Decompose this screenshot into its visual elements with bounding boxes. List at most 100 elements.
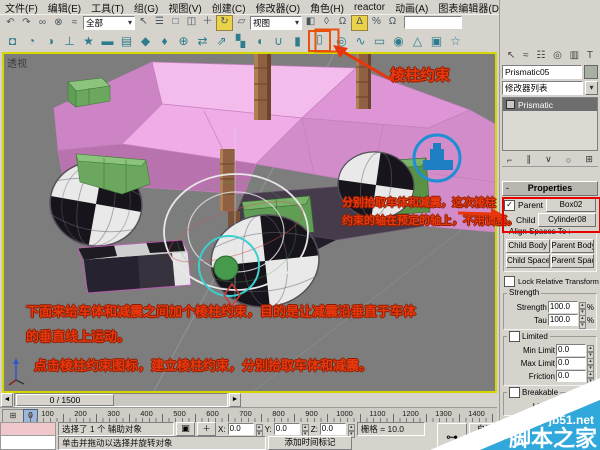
shock-post-right[interactable] xyxy=(356,54,371,109)
make-unique-icon[interactable]: ∨ xyxy=(545,154,552,165)
maxscript-mini-listener[interactable] xyxy=(0,422,56,450)
child-pick-button[interactable]: Cylinder08 xyxy=(538,213,596,227)
min-limit-spinner[interactable] xyxy=(587,344,594,359)
spring-icon[interactable]: ▤ xyxy=(118,32,135,50)
object-color-swatch[interactable] xyxy=(584,65,598,79)
menu-item[interactable]: 创建(C) xyxy=(207,0,251,15)
select-object-icon[interactable]: ↖ xyxy=(136,15,151,29)
select-and-rotate-icon[interactable]: ↻ xyxy=(216,14,233,31)
next-frame-button[interactable] xyxy=(229,393,241,407)
align-space-button[interactable]: Parent Body xyxy=(550,239,594,253)
time-slider-track[interactable]: 0 / 1500 xyxy=(14,393,228,407)
fracture-icon[interactable]: ▚ xyxy=(232,32,249,50)
auto-key-button[interactable]: 自动关键点 xyxy=(469,423,527,436)
lock-relative-transform-checkbox[interactable] xyxy=(504,275,515,287)
viewport-label[interactable]: 透视 xyxy=(7,55,27,70)
angular-dashpot-icon[interactable]: ♦ xyxy=(156,32,173,50)
point-point-constraint-icon[interactable]: ∿ xyxy=(352,32,369,50)
remove-modifier-icon[interactable]: ○ xyxy=(566,155,571,165)
reactor-help-icon[interactable]: ☆ xyxy=(447,32,464,50)
physical-properties-icon[interactable]: △ xyxy=(409,32,426,50)
percent-snap-icon[interactable]: % xyxy=(369,15,384,29)
add-time-tag-button[interactable]: 添加时间标记 xyxy=(268,436,352,450)
align-space-button[interactable]: Parent Space xyxy=(550,254,594,268)
parent-checkbox[interactable] xyxy=(504,199,515,211)
menu-item[interactable]: 图表编辑器(D) xyxy=(433,0,507,15)
deforming-mesh-icon[interactable]: ★ xyxy=(80,32,97,50)
set-key-button[interactable]: 设置关键点 xyxy=(469,437,527,450)
breakable-checkbox[interactable] xyxy=(509,387,520,398)
create-animation-icon[interactable]: ◉ xyxy=(390,32,407,50)
parent-pick-button[interactable]: Box02 xyxy=(546,198,596,212)
redo-icon[interactable]: ↷ xyxy=(19,16,34,30)
friction-spinner[interactable] xyxy=(587,370,594,385)
shock-post-left[interactable] xyxy=(254,54,271,120)
z-coordinate-field[interactable]: 0.0 xyxy=(319,423,346,435)
tab-utilities[interactable]: T xyxy=(587,49,593,63)
menu-item[interactable]: 编辑(E) xyxy=(43,0,86,15)
align-space-button[interactable]: Child Body xyxy=(506,239,550,253)
select-and-link-icon[interactable]: ∞ xyxy=(35,16,50,30)
max-limit-spinner[interactable] xyxy=(587,357,594,372)
time-slider-handle[interactable]: 0 / 1500 xyxy=(16,394,114,406)
select-by-name-icon[interactable]: ☰ xyxy=(152,15,167,29)
soft-body-collection-icon[interactable]: ◑ xyxy=(42,32,59,50)
tab-display[interactable]: ▥ xyxy=(570,49,579,63)
key-filters-button[interactable]: 关键点过滤... xyxy=(529,438,593,450)
chevron-down-icon[interactable] xyxy=(585,81,598,95)
cloth-collection-icon[interactable]: ◔ xyxy=(23,32,40,50)
strength-field[interactable]: 100.0 xyxy=(547,301,578,313)
rope-collection-icon[interactable]: ⊥ xyxy=(61,32,78,50)
linear-field[interactable]: 10.0 xyxy=(556,400,586,412)
undo-icon[interactable]: ↶ xyxy=(3,16,18,30)
object-name-field[interactable]: Prismatic05 xyxy=(502,65,582,79)
linear-dashpot-icon[interactable]: ◆ xyxy=(137,32,154,50)
x-coordinate-field[interactable]: 0.0 xyxy=(227,423,254,435)
set-key-icon[interactable] xyxy=(437,423,467,450)
z-spinner[interactable] xyxy=(347,423,355,438)
show-end-result-icon[interactable]: ∥ xyxy=(526,154,531,165)
menu-item[interactable]: 工具(T) xyxy=(86,0,129,15)
menu-item[interactable]: reactor xyxy=(349,2,390,13)
modifier-stack[interactable]: Prismatic xyxy=(502,97,598,151)
rectangular-selection-icon[interactable]: □ xyxy=(168,15,183,29)
prismatic-constraint-icon[interactable]: ▯ xyxy=(308,30,331,52)
modifier-list-dropdown[interactable]: 修改器列表 xyxy=(502,81,583,95)
reference-coordinate-dropdown[interactable]: 视图 xyxy=(250,15,302,30)
timeline-ruler[interactable]: ⊞ 0 100200300400500600700800900100011001… xyxy=(0,407,497,423)
toy-car-icon[interactable]: ⇗ xyxy=(213,32,230,50)
linear-spinner[interactable] xyxy=(587,400,594,415)
selection-filter-dropdown[interactable]: 全部 xyxy=(83,15,135,30)
track-bar-toggle-icon[interactable]: ⊞ xyxy=(2,409,24,423)
x-spinner[interactable] xyxy=(255,423,263,438)
previous-frame-button[interactable] xyxy=(1,393,13,407)
select-and-scale-icon[interactable]: ▱ xyxy=(234,15,249,29)
menu-item[interactable]: 组(G) xyxy=(129,0,163,15)
perspective-viewport[interactable]: 透视 棱柱约束 分别拾取车体和减震，这次棱柱 约束的轴在预定的轴上，不用调整。 … xyxy=(2,52,518,393)
align-space-button[interactable]: Child Space xyxy=(506,254,550,268)
plane-icon[interactable]: ▬ xyxy=(99,32,116,50)
wind-icon[interactable]: ⇄ xyxy=(194,32,211,50)
mirror-icon[interactable]: ◊ xyxy=(319,15,334,29)
tab-modify[interactable]: ≈ xyxy=(523,49,529,63)
car-wheel-constraint-icon[interactable]: ◎ xyxy=(333,32,350,50)
tau-spinner[interactable] xyxy=(578,314,586,329)
y-coordinate-field[interactable]: 0.0 xyxy=(273,423,300,435)
menu-item[interactable]: 文件(F) xyxy=(0,0,43,15)
named-selection-field[interactable] xyxy=(404,16,462,29)
select-and-move-icon[interactable]: ＋ xyxy=(200,15,215,29)
unlink-selection-icon[interactable]: ⊗ xyxy=(51,16,66,30)
listener-macro-line[interactable] xyxy=(0,422,56,436)
rigid-body-collection-icon[interactable]: ◘ xyxy=(4,32,21,50)
properties-rollout-header[interactable]: Properties xyxy=(502,181,598,196)
select-and-manipulate-icon[interactable]: ◧ xyxy=(303,15,318,29)
reactor-utilities-icon[interactable]: ▣ xyxy=(428,32,445,50)
menu-item[interactable]: 修改器(O) xyxy=(251,0,305,15)
key-filter-selection-dropdown[interactable]: 选定对象 xyxy=(529,423,595,437)
min-limit-field[interactable]: 0.0 xyxy=(556,344,586,356)
pin-stack-icon[interactable]: ⌐ xyxy=(507,155,512,165)
water-icon[interactable]: ◖ xyxy=(251,32,268,50)
angle-snap-icon[interactable]: ∆ xyxy=(351,14,368,31)
tab-hierarchy[interactable]: ☷ xyxy=(536,49,545,63)
tab-create[interactable]: ↖ xyxy=(507,49,515,63)
